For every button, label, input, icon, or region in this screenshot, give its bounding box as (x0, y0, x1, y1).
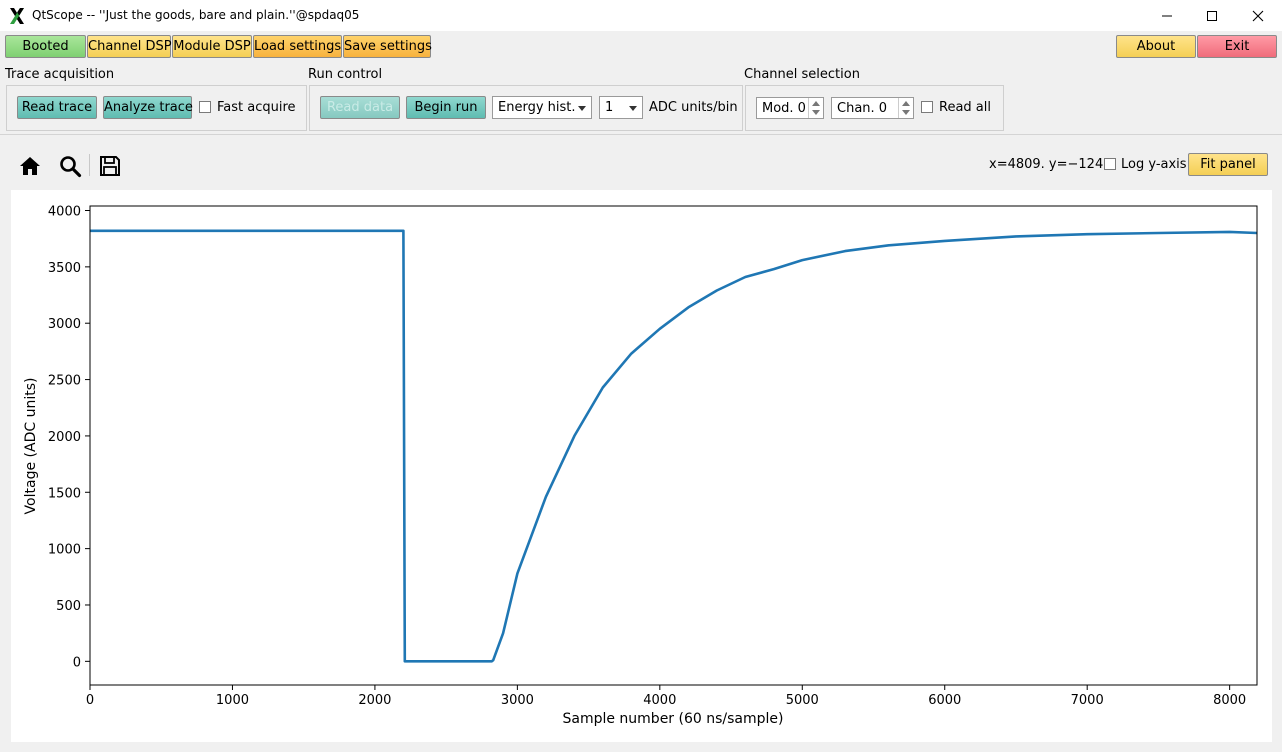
trace-acquisition-title: Trace acquisition (5, 67, 115, 82)
close-window-button[interactable] (1235, 0, 1281, 31)
read-all-checkbox[interactable] (921, 101, 933, 113)
x-axis-label: Sample number (60 ns/sample) (562, 711, 783, 727)
maximize-button[interactable] (1189, 0, 1235, 31)
zoom-icon[interactable] (58, 154, 82, 178)
y-tick-label: 0 (73, 655, 81, 670)
x-tick-label: 5000 (786, 693, 819, 708)
fast-acquire-checkbox[interactable] (199, 101, 211, 113)
y-tick-label: 1500 (48, 486, 81, 501)
trace-series-line (90, 229, 1258, 663)
chevron-down-icon (629, 106, 637, 111)
maximize-icon (1207, 10, 1217, 21)
y-tick-label: 2000 (48, 430, 81, 445)
load-settings-button[interactable]: Load settings (253, 35, 342, 58)
read-data-button[interactable]: Read data (320, 96, 400, 119)
close-icon (1252, 10, 1264, 21)
exit-button[interactable]: Exit (1197, 35, 1277, 58)
y-tick-label: 2500 (48, 374, 81, 389)
y-axis: 0 500 1000 1500 2000 2500 3000 3500 4000 (48, 205, 90, 670)
plot-canvas[interactable]: 0 1000 2000 3000 4000 5000 6000 7000 8000 0 500 10… (11, 190, 1272, 742)
x-tick-label: 2000 (358, 693, 391, 708)
histogram-type-select[interactable]: Energy hist. (492, 96, 592, 119)
x-tick-label: 7000 (1071, 693, 1104, 708)
channel-spinbox[interactable]: Chan. 0 (831, 97, 914, 119)
about-button[interactable]: About (1116, 35, 1196, 58)
y-tick-label: 4000 (48, 205, 81, 220)
spin-down-icon[interactable] (902, 110, 910, 115)
analyze-trace-button[interactable]: Analyze trace (103, 96, 193, 119)
trace-chart[interactable]: 0 1000 2000 3000 4000 5000 6000 7000 8000 0 500 10… (11, 190, 1272, 742)
fit-panel-button[interactable]: Fit panel (1188, 153, 1268, 176)
window-title: QtScope -- ''Just the goods, bare and pl… (32, 8, 360, 22)
cursor-coordinates: x=4809. y=−124. (989, 157, 1108, 172)
channel-dsp-button[interactable]: Channel DSP (87, 35, 172, 58)
x-axis: 0 1000 2000 3000 4000 5000 6000 7000 8000 (86, 685, 1246, 708)
bin-size-value: 1 (605, 100, 614, 115)
x-logo-icon (10, 8, 24, 24)
begin-run-button[interactable]: Begin run (406, 96, 486, 119)
plot-frame (89, 205, 1258, 686)
minimize-icon (1162, 15, 1172, 16)
y-tick-label: 500 (56, 599, 81, 614)
x-tick-label: 1000 (216, 693, 249, 708)
module-dsp-button[interactable]: Module DSP (172, 35, 252, 58)
divider (0, 134, 1282, 135)
x-tick-label: 8000 (1213, 693, 1246, 708)
log-y-label: Log y-axis (1121, 157, 1187, 172)
channel-value: Chan. 0 (837, 101, 888, 116)
log-y-checkbox[interactable] (1104, 158, 1116, 170)
bin-size-select[interactable]: 1 (599, 96, 643, 119)
fast-acquire-label: Fast acquire (217, 100, 296, 115)
x-tick-label: 4000 (643, 693, 676, 708)
x-tick-label: 3000 (501, 693, 534, 708)
channel-selection-title: Channel selection (744, 67, 860, 82)
booted-button[interactable]: Booted (5, 35, 86, 58)
chart-marks (90, 229, 1258, 663)
x-tick-label: 0 (86, 693, 94, 708)
histogram-type-value: Energy hist. (498, 100, 576, 115)
chevron-down-icon (578, 106, 586, 111)
x-tick-label: 6000 (928, 693, 961, 708)
read-all-label: Read all (939, 100, 991, 115)
save-icon[interactable] (98, 154, 122, 178)
y-tick-label: 1000 (48, 543, 81, 558)
minimize-button[interactable] (1144, 0, 1190, 31)
home-icon[interactable] (18, 154, 42, 178)
title-bar: QtScope -- ''Just the goods, bare and pl… (0, 0, 1282, 31)
spin-up-icon[interactable] (812, 101, 820, 106)
y-tick-label: 3000 (48, 317, 81, 332)
module-spinbox[interactable]: Mod. 0 (756, 97, 824, 119)
bin-units-label: ADC units/bin (649, 100, 738, 115)
save-settings-button[interactable]: Save settings (343, 35, 432, 58)
read-trace-button[interactable]: Read trace (17, 96, 97, 119)
spin-down-icon[interactable] (812, 110, 820, 115)
y-tick-label: 3500 (48, 261, 81, 276)
run-control-title: Run control (308, 67, 383, 82)
module-value: Mod. 0 (762, 101, 806, 116)
y-axis-label: Voltage (ADC units) (23, 378, 39, 515)
spin-up-icon[interactable] (902, 101, 910, 106)
toolbar-separator (89, 154, 90, 176)
